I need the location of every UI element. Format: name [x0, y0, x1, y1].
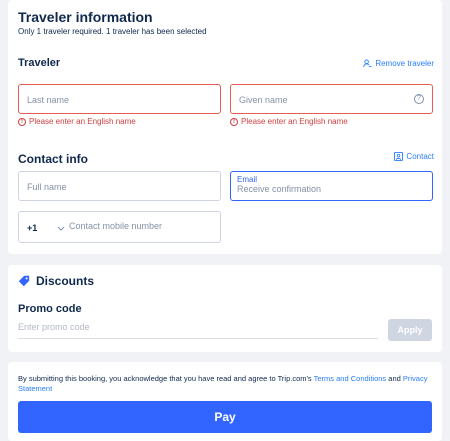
traveler-info-subtitle: Only 1 traveler required. 1 traveler has… — [18, 27, 207, 36]
promo-code-label: Promo code — [18, 303, 82, 315]
pay-button[interactable]: Pay — [18, 401, 432, 433]
email-field[interactable]: Email Receive confirmation — [230, 171, 433, 201]
tag-icon — [18, 275, 30, 287]
contact-link[interactable]: Contact — [394, 152, 434, 161]
email-placeholder: Receive confirmation — [237, 184, 322, 194]
discounts-header: Discounts — [18, 274, 94, 288]
contact-link-label: Contact — [406, 152, 434, 161]
email-label: Email — [237, 175, 258, 184]
chevron-down-icon[interactable] — [57, 226, 65, 231]
given-name-placeholder: Given name — [239, 95, 288, 105]
terms-link[interactable]: Terms and Conditions — [314, 374, 387, 383]
terms-prefix: By submitting this booking, you acknowle… — [18, 374, 314, 383]
discounts-title: Discounts — [36, 274, 95, 288]
last-name-field[interactable]: Last name — [18, 84, 221, 114]
remove-traveler-label: Remove traveler — [375, 59, 434, 68]
apply-button[interactable]: Apply — [388, 319, 432, 341]
contact-card-icon — [394, 152, 404, 161]
given-name-error-text: Please enter an English name — [241, 117, 348, 126]
mobile-placeholder: Contact mobile number — [69, 221, 163, 231]
error-icon: ! — [230, 117, 238, 126]
error-icon: ! — [18, 117, 26, 126]
last-name-error: ! Please enter an English name — [18, 117, 136, 126]
traveler-info-card: Traveler information Only 1 traveler req… — [8, 0, 442, 162]
traveler-info-title: Traveler information — [18, 9, 153, 25]
last-name-error-text: Please enter an English name — [29, 117, 136, 126]
contact-info-card: Contact info Contact Full name Email Rec… — [8, 146, 442, 254]
given-name-field[interactable]: Given name ? — [230, 84, 433, 114]
remove-traveler-link[interactable]: Remove traveler — [363, 59, 434, 68]
promo-code-placeholder: Enter promo code — [18, 322, 90, 332]
full-name-placeholder: Full name — [27, 182, 67, 192]
given-name-error: ! Please enter an English name — [230, 117, 348, 126]
mobile-field[interactable]: +1 Contact mobile number — [18, 211, 221, 243]
promo-code-input[interactable]: Enter promo code — [18, 319, 378, 339]
discounts-card: Discounts Promo code Enter promo code Ap… — [8, 265, 442, 352]
full-name-field[interactable]: Full name — [18, 171, 221, 201]
last-name-placeholder: Last name — [27, 95, 70, 105]
contact-info-title: Contact info — [18, 152, 88, 166]
help-icon[interactable]: ? — [414, 94, 424, 104]
person-remove-icon — [363, 59, 372, 68]
terms-and: and — [386, 374, 403, 383]
terms-text: By submitting this booking, you acknowle… — [18, 374, 432, 394]
payment-card: By submitting this booking, you acknowle… — [8, 362, 442, 441]
traveler-label: Traveler — [18, 57, 61, 69]
country-code[interactable]: +1 — [27, 223, 37, 233]
